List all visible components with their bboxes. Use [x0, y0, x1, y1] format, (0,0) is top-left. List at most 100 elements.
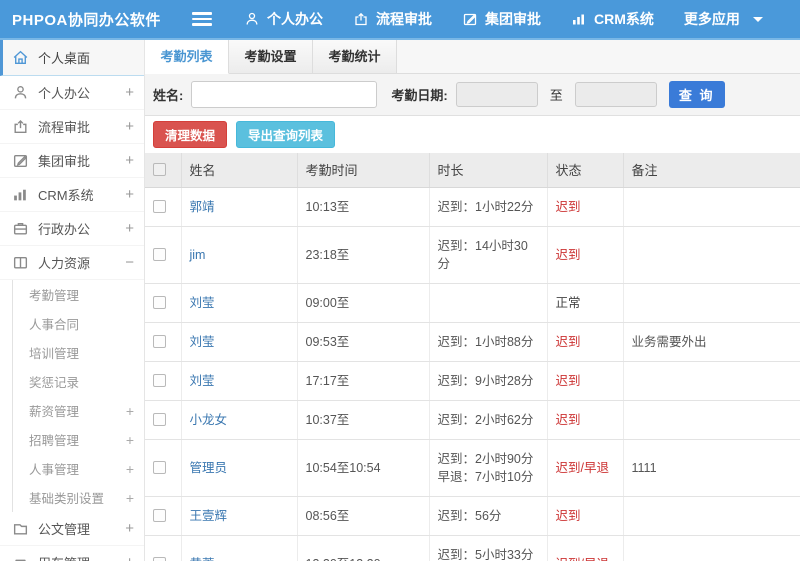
duration-cell: 迟到：14小时30分: [429, 226, 548, 284]
sidebar-item-document-management[interactable]: 公文管理 +: [0, 512, 144, 546]
sidebar-subitem-reward-punishment[interactable]: 奖惩记录: [13, 367, 144, 396]
topnav-personal-office[interactable]: 个人办公: [244, 9, 323, 29]
row-checkbox[interactable]: [153, 557, 166, 561]
subitem-label: 培训管理: [29, 347, 80, 361]
duration-cell: 迟到：5小时33分早退：4小时67分: [429, 535, 548, 561]
sidebar-subitem-personnel-contract[interactable]: 人事合同: [13, 309, 144, 338]
sidebar-subitem-salary-management[interactable]: 薪资管理 +: [13, 396, 144, 425]
tab-attendance-statistics[interactable]: 考勤统计: [313, 40, 397, 73]
table-row: 刘莹 09:53至 迟到：1小时88分 迟到 业务需要外出: [145, 322, 800, 362]
employee-name-link[interactable]: 王壹辉: [181, 496, 298, 536]
expand-plus-icon[interactable]: +: [125, 152, 134, 169]
duration-line: 迟到：56分: [437, 508, 502, 523]
collapse-minus-icon[interactable]: −: [125, 254, 134, 271]
expand-plus-icon[interactable]: +: [125, 554, 134, 561]
note-cell: 业务需要外出: [623, 322, 800, 362]
note-cell: [623, 226, 800, 284]
expand-plus-icon[interactable]: +: [126, 403, 134, 419]
row-checkbox[interactable]: [153, 248, 166, 261]
document-icon: [12, 520, 29, 537]
app-window: PHPOA协同办公软件 个人办公 流程审批 集团审批 CRM系统 更多应用 个人…: [0, 0, 800, 563]
sidebar-subitem-personnel-management[interactable]: 人事管理 +: [13, 454, 144, 483]
sidebar-item-group-approval[interactable]: 集团审批 +: [0, 144, 144, 178]
topnav-workflow-approval[interactable]: 流程审批: [353, 9, 432, 29]
row-checkbox[interactable]: [153, 461, 166, 474]
expand-plus-icon[interactable]: +: [126, 490, 134, 506]
expand-plus-icon[interactable]: +: [126, 461, 134, 477]
column-header-time: 考勤时间: [297, 153, 430, 188]
row-checkbox[interactable]: [153, 413, 166, 426]
column-header-status: 状态: [547, 153, 624, 188]
row-checkbox-cell: [145, 187, 182, 227]
expand-plus-icon[interactable]: +: [125, 220, 134, 237]
tab-attendance-settings[interactable]: 考勤设置: [229, 40, 313, 73]
sidebar-item-personal-office[interactable]: 个人办公 +: [0, 76, 144, 110]
sidebar-item-workflow-approval[interactable]: 流程审批 +: [0, 110, 144, 144]
sidebar-item-label: 集团审批: [38, 154, 91, 169]
car-icon: [12, 554, 29, 561]
employee-name-link[interactable]: 刘莹: [181, 322, 298, 362]
sidebar-subitem-training-management[interactable]: 培训管理: [13, 338, 144, 367]
expand-plus-icon[interactable]: +: [125, 520, 134, 537]
table-row: 刘莹 09:00至 正常: [145, 283, 800, 323]
row-checkbox[interactable]: [153, 296, 166, 309]
expand-plus-icon[interactable]: +: [125, 186, 134, 203]
topnav-crm-system[interactable]: CRM系统: [571, 9, 654, 29]
duration-line: 迟到：1小时22分: [437, 199, 534, 214]
employee-name-link[interactable]: 刘莹: [181, 361, 298, 401]
clear-data-button[interactable]: 清理数据: [153, 121, 228, 148]
sidebar-subitem-attendance-management[interactable]: 考勤管理: [13, 280, 144, 309]
employee-name-link[interactable]: 郭靖: [181, 187, 298, 227]
topnav-group-approval[interactable]: 集团审批: [462, 9, 541, 29]
sidebar-subitem-recruitment-management[interactable]: 招聘管理 +: [13, 425, 144, 454]
sidebar-item-personal-desktop[interactable]: 个人桌面: [0, 40, 144, 76]
table-row: 黄蓉 13:20至13:20 迟到：5小时33分早退：4小时67分 迟到/早退: [145, 535, 800, 561]
to-label: 至: [549, 88, 563, 103]
sidebar-subitem-base-category-settings[interactable]: 基础类别设置 +: [13, 483, 144, 512]
employee-name-link[interactable]: 黄蓉: [181, 535, 298, 561]
row-checkbox[interactable]: [153, 200, 166, 213]
select-all-checkbox[interactable]: [153, 163, 166, 177]
sidebar-item-label: 用车管理: [38, 553, 125, 561]
expand-plus-icon[interactable]: +: [126, 432, 134, 448]
status-badge: 迟到: [547, 187, 624, 227]
duration-line: 迟到：2小时62分: [437, 412, 534, 427]
employee-name-link[interactable]: jim: [181, 226, 298, 284]
attendance-table: 姓名 考勤时间 时长 状态 备注 郭靖 10:13至 迟到：1小时22分 迟到: [145, 153, 800, 561]
menu-icon[interactable]: [192, 9, 212, 29]
tab-attendance-list[interactable]: 考勤列表: [145, 40, 229, 74]
topnav-more-apps[interactable]: 更多应用: [684, 9, 763, 29]
expand-plus-icon[interactable]: +: [125, 118, 134, 135]
duration-cell: [429, 283, 548, 323]
row-checkbox-cell: [145, 322, 182, 362]
status-badge: 迟到: [547, 226, 624, 284]
attendance-time: 09:53至: [297, 322, 430, 362]
table-header-row: 姓名 考勤时间 时长 状态 备注: [145, 153, 800, 188]
name-label: 姓名:: [153, 88, 184, 103]
attendance-date-label: 考勤日期:: [391, 88, 448, 103]
sidebar-item-label: 行政办公: [38, 222, 91, 237]
employee-name-link[interactable]: 小龙女: [181, 400, 298, 440]
sidebar-item-human-resources[interactable]: 人力资源 −: [0, 246, 144, 280]
name-input[interactable]: [191, 81, 378, 108]
subitem-label: 人事合同: [29, 318, 80, 332]
employee-name-link[interactable]: 刘莹: [181, 283, 298, 323]
sidebar-item-admin-office[interactable]: 行政办公 +: [0, 212, 144, 246]
row-checkbox[interactable]: [153, 509, 166, 522]
column-header-name: 姓名: [181, 153, 298, 188]
expand-plus-icon[interactable]: +: [125, 84, 134, 101]
sidebar-item-label: 公文管理: [38, 522, 91, 537]
search-button[interactable]: 查 询: [668, 81, 725, 108]
export-list-button[interactable]: 导出查询列表: [236, 121, 336, 148]
employee-name-link[interactable]: 管理员: [181, 439, 298, 497]
row-checkbox[interactable]: [153, 374, 166, 387]
attendance-time: 10:37至: [297, 400, 430, 440]
topnav-label: 个人办公: [267, 11, 323, 27]
column-header-note: 备注: [623, 153, 800, 188]
sidebar-item-crm-system[interactable]: CRM系统 +: [0, 178, 144, 212]
date-to-input[interactable]: [574, 82, 657, 107]
sidebar-item-vehicle-management[interactable]: 用车管理 +: [0, 546, 144, 561]
row-checkbox[interactable]: [153, 335, 166, 348]
date-from-input[interactable]: [455, 82, 538, 107]
duration-cell: 迟到：2小时62分: [429, 400, 548, 440]
